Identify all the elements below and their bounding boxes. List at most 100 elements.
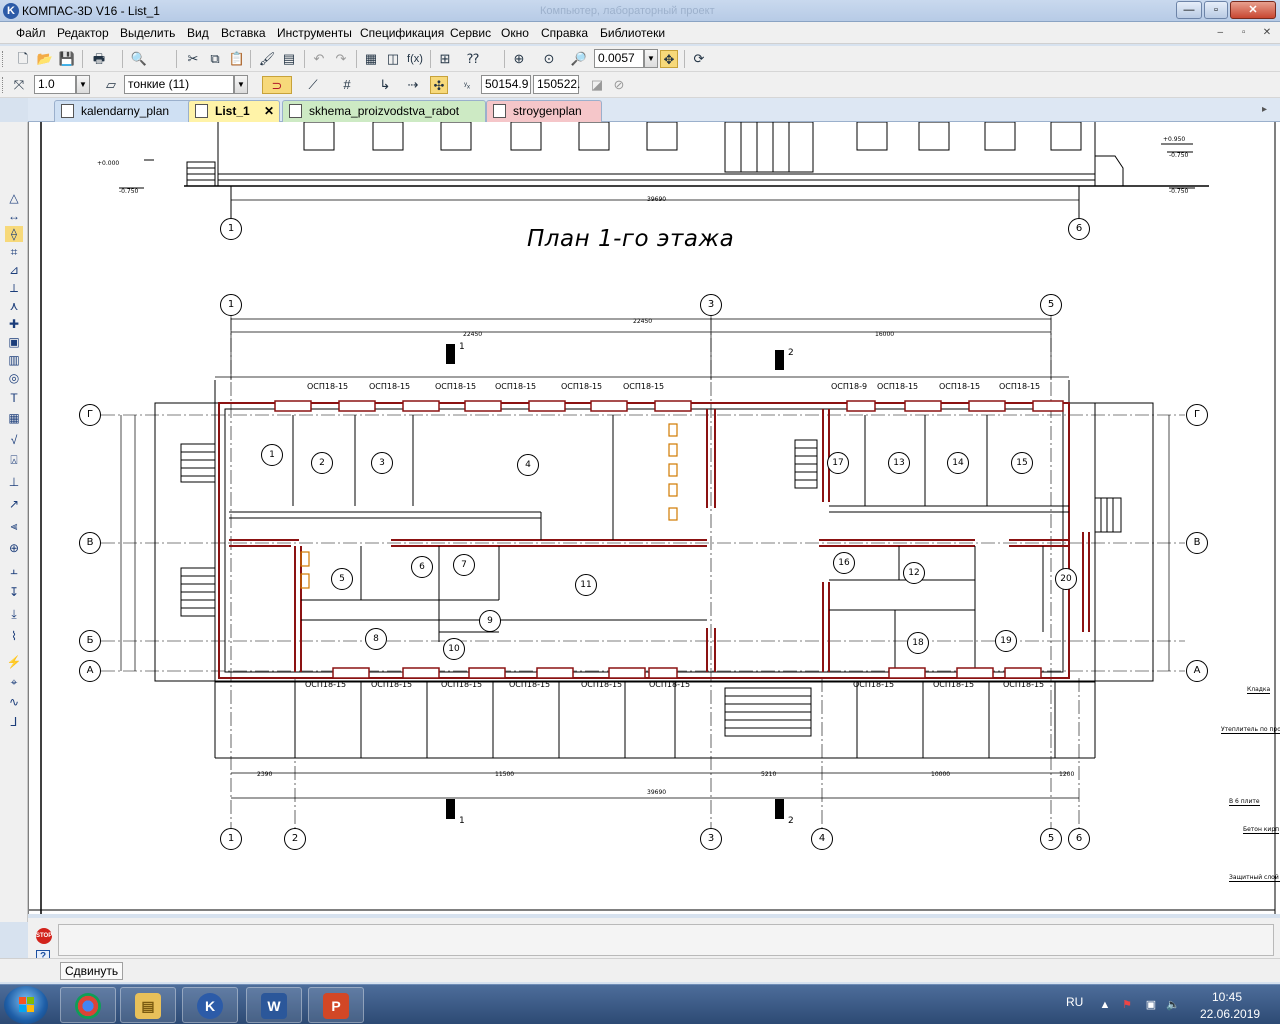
- axis-icon[interactable]: ⫷: [5, 518, 23, 534]
- leader-icon[interactable]: ↗: [5, 496, 23, 512]
- preview-icon[interactable]: 🔍: [130, 50, 148, 68]
- ortho-mode-icon[interactable]: ✣: [430, 76, 448, 94]
- print-icon[interactable]: 🖶: [90, 50, 108, 68]
- help-pointer-icon[interactable]: ⁇: [464, 50, 482, 68]
- pan-icon[interactable]: ✥: [660, 50, 678, 68]
- taskbar-explorer[interactable]: ▤: [120, 987, 176, 1023]
- zoom-dropdown-arrow[interactable]: ▼: [644, 49, 658, 68]
- position-icon[interactable]: ⍓: [5, 452, 23, 468]
- menu-view[interactable]: Вид: [187, 26, 209, 40]
- tabs-scroll-right-icon[interactable]: ▸: [1262, 104, 1267, 115]
- refresh-icon[interactable]: ⟳: [690, 50, 708, 68]
- menu-tools[interactable]: Инструменты: [277, 26, 352, 40]
- calculator-icon[interactable]: ⊞: [436, 50, 454, 68]
- cancel-edit-icon[interactable]: ⊘: [610, 76, 628, 94]
- base-icon[interactable]: ⫠: [5, 562, 23, 578]
- layers-icon[interactable]: ◫: [384, 50, 402, 68]
- tolerance-icon[interactable]: ⊥: [5, 474, 23, 490]
- center-mark-icon[interactable]: ⊕: [5, 540, 23, 556]
- tab-skhema-proizvodstva-rabot[interactable]: skhema_proizvodstva_rabot: [282, 100, 486, 122]
- taskbar-kompas[interactable]: K: [182, 987, 238, 1023]
- measure-icon[interactable]: ⟂: [5, 280, 23, 296]
- volume-icon[interactable]: 🔈: [1166, 999, 1180, 1011]
- table-icon[interactable]: ▦: [5, 410, 23, 426]
- edit-icon[interactable]: ⌗: [5, 244, 23, 260]
- stop-icon[interactable]: STOP: [36, 928, 52, 944]
- menu-specification[interactable]: Спецификация: [360, 26, 444, 40]
- symbols-icon[interactable]: ⟠: [5, 226, 23, 242]
- zoom-in-icon[interactable]: 🔎: [570, 50, 588, 68]
- variables-fx-icon[interactable]: f(x): [406, 50, 424, 68]
- snap-magnet-icon[interactable]: ⊃: [262, 76, 292, 94]
- maximize-button[interactable]: ▫: [1204, 1, 1228, 19]
- menu-help[interactable]: Справка: [541, 26, 588, 40]
- clock-date[interactable]: 22.06.2019: [1200, 1007, 1260, 1021]
- geometry-icon[interactable]: △: [5, 190, 23, 206]
- line-style-field[interactable]: тонкие (11): [124, 75, 234, 94]
- toolbar-grip[interactable]: [2, 51, 5, 67]
- menu-file[interactable]: Файл: [16, 26, 46, 40]
- clock-time[interactable]: 10:45: [1212, 990, 1242, 1004]
- mdi-minimize-button[interactable]: –: [1211, 25, 1229, 41]
- cut-line-icon[interactable]: ⤓: [5, 606, 23, 622]
- tray-flag-icon[interactable]: ⚑: [1120, 999, 1134, 1011]
- tab-stroygenplan[interactable]: stroygenplan: [486, 100, 602, 122]
- close-button[interactable]: ✕: [1230, 1, 1276, 19]
- undo-icon[interactable]: ↶: [310, 50, 328, 68]
- manager-icon[interactable]: ▦: [362, 50, 380, 68]
- break-line-icon[interactable]: ⌇: [5, 628, 23, 644]
- round-icon[interactable]: ⇢: [404, 76, 422, 94]
- kompas-app-icon[interactable]: K: [3, 3, 19, 19]
- copy-icon[interactable]: ⧉: [206, 50, 224, 68]
- redo-icon[interactable]: ↷: [332, 50, 350, 68]
- minimize-button[interactable]: —: [1176, 1, 1202, 19]
- menu-service[interactable]: Сервис: [450, 26, 491, 40]
- language-indicator[interactable]: RU: [1066, 995, 1083, 1009]
- line-style-dropdown-arrow[interactable]: ▼: [234, 75, 248, 94]
- menu-select[interactable]: Выделить: [120, 26, 175, 40]
- zoom-scale-field[interactable]: 0.0057: [594, 49, 644, 68]
- save-icon[interactable]: 💾: [58, 50, 76, 68]
- taskbar-chrome[interactable]: [60, 987, 116, 1023]
- text-icon[interactable]: T: [5, 390, 23, 406]
- spline-icon[interactable]: ∿: [5, 694, 23, 710]
- properties-icon[interactable]: ▤: [280, 50, 298, 68]
- start-button[interactable]: [4, 986, 48, 1024]
- target-icon[interactable]: ⌖: [5, 674, 23, 690]
- local-cs-icon[interactable]: ↳: [376, 76, 394, 94]
- apply-icon[interactable]: ◪: [588, 76, 606, 94]
- network-icon[interactable]: ▣: [1144, 999, 1158, 1011]
- spec-icon[interactable]: ✚: [5, 316, 23, 332]
- lightning-icon[interactable]: ⚡: [5, 654, 23, 670]
- menu-libraries[interactable]: Библиотеки: [600, 26, 665, 40]
- new-document-icon[interactable]: 🗋: [14, 50, 32, 68]
- zoom-window-icon[interactable]: ⊕: [510, 50, 528, 68]
- coord-x-field[interactable]: 50154.9: [481, 75, 531, 94]
- paste-icon[interactable]: 📋: [228, 50, 246, 68]
- parametrization-icon[interactable]: ⊿: [5, 262, 23, 278]
- zoom-fit-icon[interactable]: ⊙: [540, 50, 558, 68]
- grid-icon[interactable]: #: [338, 76, 356, 94]
- drawing-canvas[interactable]: План 1-го этажа +0.000 -0.750 +0.950 -0.…: [28, 122, 1280, 914]
- circles-icon[interactable]: ◎: [5, 370, 23, 386]
- tab-list-1[interactable]: List_1 ✕: [188, 100, 280, 122]
- roughness-icon[interactable]: √: [5, 432, 23, 448]
- format-brush-icon[interactable]: 🖌: [258, 50, 276, 68]
- tray-arrow-icon[interactable]: ▲: [1098, 999, 1112, 1011]
- report-icon[interactable]: ▣: [5, 334, 23, 350]
- open-folder-icon[interactable]: 📂: [36, 50, 54, 68]
- menu-insert[interactable]: Вставка: [221, 26, 266, 40]
- taskbar-powerpoint[interactable]: P: [308, 987, 364, 1023]
- tab-kalendarny-plan[interactable]: kalendarny_plan: [54, 100, 196, 122]
- dimensions-icon[interactable]: ↔: [5, 208, 23, 224]
- step-dropdown-arrow[interactable]: ▼: [76, 75, 90, 94]
- arrow-view-icon[interactable]: ↧: [5, 584, 23, 600]
- mdi-restore-button[interactable]: ▫: [1235, 25, 1253, 41]
- select-icon[interactable]: ⋏: [5, 298, 23, 314]
- tab-close-icon[interactable]: ✕: [264, 101, 274, 121]
- line-style-icon[interactable]: ▱: [102, 76, 120, 94]
- step-field[interactable]: 1.0: [34, 75, 76, 94]
- cursor-step-icon[interactable]: ⤧: [10, 76, 28, 94]
- cut-icon[interactable]: ✂: [184, 50, 202, 68]
- menu-editor[interactable]: Редактор: [57, 26, 109, 40]
